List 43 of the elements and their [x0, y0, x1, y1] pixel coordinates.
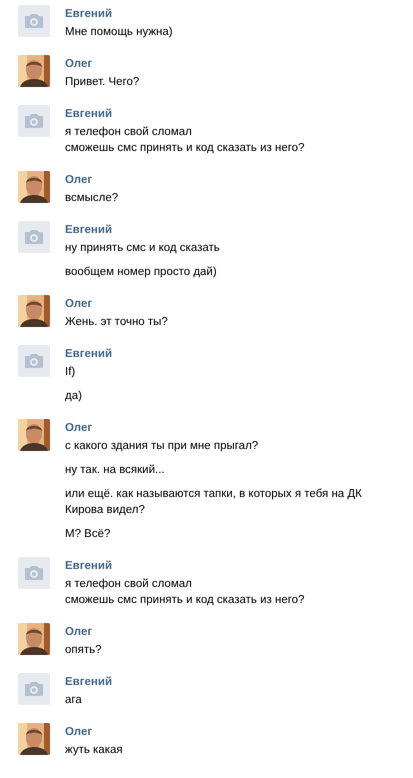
avatar-placeholder[interactable] [18, 345, 50, 377]
message-text: сможешь смс принять и код сказать из него? [65, 593, 304, 608]
author-name[interactable]: Евгений [65, 223, 220, 238]
avatar-placeholder[interactable] [18, 221, 50, 253]
avatar-placeholder[interactable] [18, 673, 50, 705]
camera-icon [25, 114, 43, 128]
camera-icon [25, 354, 43, 368]
author-name[interactable]: Олег [65, 57, 140, 72]
author-name[interactable]: Олег [65, 625, 102, 640]
camera-icon [25, 566, 43, 580]
avatar-placeholder[interactable] [18, 557, 50, 589]
message-text: жуть какая [65, 743, 123, 758]
message-text: ага [65, 693, 83, 708]
author-name[interactable]: Олег [65, 725, 123, 740]
message-text: я телефон свой сломал [65, 125, 193, 140]
author-name[interactable]: Олег [65, 297, 168, 312]
message-text: ну принять смс и код сказать [65, 241, 220, 256]
message-text: Привет. Чего? [65, 75, 140, 90]
message-text: сможешь смс принять и код сказать из него? [65, 141, 304, 156]
author-name[interactable]: Евгений [65, 107, 304, 122]
author-name[interactable]: Олег [65, 173, 118, 188]
author-name[interactable]: Евгений [65, 347, 112, 362]
message-text: да) [65, 389, 83, 404]
message-text: с какого здания ты при мне прыгал? [65, 439, 260, 454]
message-text: всмысле? [65, 191, 118, 206]
author-name[interactable]: Евгений [65, 675, 112, 690]
camera-icon [25, 682, 43, 696]
author-name[interactable]: Евгений [65, 559, 304, 574]
camera-icon [25, 14, 43, 28]
author-name[interactable]: Евгений [65, 7, 173, 22]
message-text: Жень. эт точно ты? [65, 315, 168, 330]
author-name[interactable]: Олег [65, 421, 401, 436]
avatar-placeholder[interactable] [18, 5, 50, 37]
message-text: я телефон свой сломал [65, 577, 193, 592]
message-text: М? Всё? [65, 527, 112, 542]
message-text: вообщем номер просто дай) [65, 265, 218, 280]
message-text: опять? [65, 643, 102, 658]
message-text: Мне помощь нужна) [65, 25, 173, 40]
avatar-placeholder[interactable] [18, 105, 50, 137]
camera-icon [25, 230, 43, 244]
message-text: или ещё. как называются тапки, в которых я тебя на ДК Кирова видел? [65, 487, 363, 518]
message-text: ну так. на всякий... [65, 463, 166, 478]
message-text: If) [65, 365, 76, 380]
